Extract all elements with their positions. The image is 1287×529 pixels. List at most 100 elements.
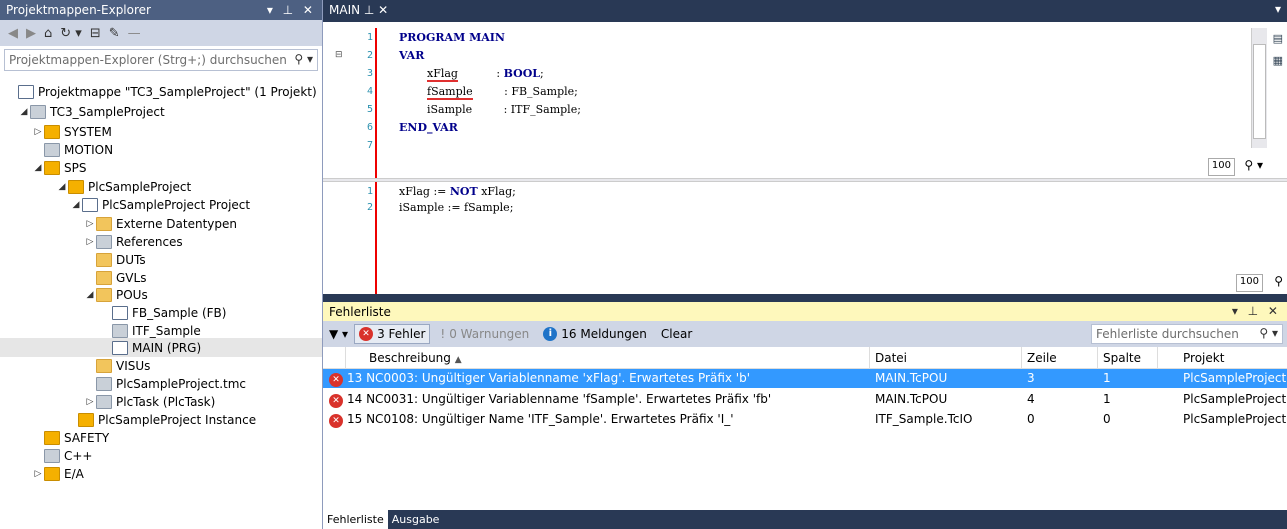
zoom-icon[interactable]: ⚲ ▾ — [1244, 158, 1263, 172]
zoom-box[interactable]: 100 — [1207, 158, 1235, 176]
search-icon[interactable]: ⚲ ▾ — [294, 52, 313, 66]
tree-node-safety[interactable]: SAFETY — [44, 428, 109, 447]
scrollbar-thumb[interactable] — [1253, 44, 1266, 139]
explorer-toolbar: ◀ ▶ ⌂ ↻ ▾ ⊟ ✎ — — [0, 20, 322, 46]
tree-node-solution[interactable]: Projektmappe "TC3_SampleProject" (1 Proj… — [18, 82, 317, 101]
home-icon[interactable]: ⌂ — [44, 26, 52, 41]
tab-error-list[interactable]: Fehlerliste — [323, 510, 388, 529]
collapse-all-icon[interactable]: ⊟ — [90, 26, 101, 41]
tree-node-label: VISUs — [116, 358, 151, 373]
tree-node-tmc[interactable]: PlcSampleProject.tmc — [96, 374, 246, 393]
tree-node-label: FB_Sample (FB) — [132, 305, 227, 320]
code-text: xFlag; — [477, 185, 516, 198]
vertical-scrollbar[interactable] — [1251, 28, 1267, 148]
expand-arrow-icon[interactable]: ◢ — [32, 163, 44, 173]
folder-icon — [96, 270, 112, 285]
code-line: END_VAR — [399, 121, 458, 134]
collapse-icon[interactable]: ⊟ — [335, 50, 343, 60]
line-number: 1 — [366, 32, 373, 43]
clear-button[interactable]: Clear — [657, 325, 696, 343]
tree-node-pous[interactable]: ◢ POUs — [84, 285, 148, 304]
forward-icon[interactable]: ▶ — [26, 26, 36, 41]
error-project: PlcSampleProject — [1183, 412, 1287, 426]
error-search-placeholder: Fehlerliste durchsuchen — [1096, 327, 1239, 341]
outline-icon[interactable]: ▤ — [1273, 32, 1283, 45]
column-header-column[interactable]: Spalte — [1103, 351, 1141, 365]
messages-filter-button[interactable]: i 16 Meldungen — [539, 325, 651, 343]
properties-icon[interactable]: ✎ — [109, 26, 120, 41]
error-list-window-controls[interactable]: ▾ ⊥ ✕ — [1232, 304, 1281, 318]
collapse-arrow-icon[interactable]: ▷ — [84, 397, 96, 407]
tree-node-cpp[interactable]: C++ — [44, 446, 93, 465]
tree-node-label: DUTs — [116, 252, 146, 267]
explorer-window-controls[interactable]: ▾ ⊥ ✕ — [267, 3, 316, 17]
expand-arrow-icon[interactable]: ◢ — [84, 290, 96, 300]
tab-dropdown-icon[interactable]: ▾ — [1275, 2, 1281, 16]
tree-node-motion[interactable]: MOTION — [44, 140, 113, 159]
column-header-project[interactable]: Projekt — [1183, 351, 1224, 365]
line-number: 2 — [366, 202, 373, 213]
error-row[interactable]: ✕ 15 NC0108: Ungültiger Name 'ITF_Sample… — [323, 410, 1287, 429]
implementation-pane[interactable]: 1 2 xFlag := NOT xFlag; iSample := fSamp… — [323, 182, 1287, 294]
expand-arrow-icon[interactable]: ◢ — [70, 200, 82, 210]
error-project: PlcSampleProject — [1183, 371, 1287, 385]
pin-icon[interactable]: — — [128, 26, 141, 41]
keyword: END_VAR — [399, 121, 458, 134]
table-view-icon[interactable]: ▦ — [1273, 54, 1283, 67]
code-text: ; — [540, 67, 544, 80]
open-folder-icon — [96, 287, 112, 302]
collapse-arrow-icon[interactable]: ▷ — [84, 237, 96, 247]
sync-icon[interactable]: ↻ ▾ — [60, 26, 82, 41]
tree-node-plc-project-project[interactable]: ◢ PlcSampleProject Project — [70, 195, 250, 214]
warning-icon: ! — [440, 327, 446, 341]
tree-node-references[interactable]: ▷ References — [84, 232, 183, 251]
explorer-search-input[interactable]: Projektmappen-Explorer (Strg+;) durchsuc… — [4, 49, 318, 71]
collapse-arrow-icon[interactable]: ▷ — [32, 469, 44, 479]
task-icon — [96, 394, 112, 409]
error-icon: ✕ — [329, 392, 343, 408]
messages-filter-label: 16 Meldungen — [561, 327, 647, 341]
error-row[interactable]: ✕ 13 NC0003: Ungültiger Variablenname 'x… — [323, 369, 1287, 388]
tab-close-icon[interactable]: ⊥ ✕ — [364, 3, 388, 17]
tab-main[interactable]: MAIN ⊥ ✕ — [329, 3, 388, 17]
tree-node-sps[interactable]: ◢ SPS — [32, 158, 86, 177]
tree-node-visus[interactable]: VISUs — [96, 356, 150, 375]
tree-node-instance[interactable]: PlcSampleProject Instance — [78, 410, 256, 429]
code-editor: MAIN ⊥ ✕ ▾ ⊟ 1 2 3 4 5 6 7 PROGRAM MAIN … — [323, 0, 1287, 294]
error-project: PlcSampleProject — [1183, 392, 1287, 406]
zoom-icon[interactable]: ⚲ — [1274, 274, 1283, 288]
code-line: PROGRAM MAIN — [399, 31, 505, 44]
filter-icon[interactable]: ▼ ▾ — [329, 327, 348, 341]
declaration-pane[interactable]: ⊟ 1 2 3 4 5 6 7 PROGRAM MAIN VAR xFlag :… — [323, 28, 1287, 178]
expand-arrow-icon[interactable]: ◢ — [56, 182, 68, 192]
back-icon[interactable]: ◀ — [8, 26, 18, 41]
keyword: VAR — [399, 49, 425, 62]
zoom-box[interactable]: 100 — [1235, 274, 1263, 292]
tree-node-project[interactable]: ◢ TC3_SampleProject — [18, 102, 165, 121]
tree-node-duts[interactable]: DUTs — [96, 250, 146, 269]
tree-node-io[interactable]: ▷ E/A — [32, 464, 84, 483]
info-icon: i — [543, 327, 558, 341]
zoom-level: 100 — [1211, 160, 1231, 171]
tree-node-plctask[interactable]: ▷ PlcTask (PlcTask) — [84, 392, 215, 411]
search-icon[interactable]: ⚲ ▾ — [1259, 326, 1278, 340]
tree-node-main[interactable]: MAIN (PRG) — [0, 338, 322, 357]
collapse-arrow-icon[interactable]: ▷ — [32, 127, 44, 137]
errors-filter-button[interactable]: ✕ 3 Fehler — [354, 324, 431, 344]
tree-node-external-types[interactable]: ▷ Externe Datentypen — [84, 214, 237, 233]
warnings-filter-button[interactable]: ! 0 Warnungen — [436, 325, 533, 343]
tree-node-fb-sample[interactable]: FB_Sample (FB) — [112, 303, 226, 322]
column-header-file[interactable]: Datei — [875, 351, 907, 365]
tree-node-label: POUs — [116, 287, 148, 302]
tree-node-label: MAIN (PRG) — [132, 340, 202, 355]
tree-node-system[interactable]: ▷ SYSTEM — [32, 122, 112, 141]
tree-node-plc-project[interactable]: ◢ PlcSampleProject — [56, 177, 191, 196]
error-description: 15 NC0108: Ungültiger Name 'ITF_Sample'.… — [347, 412, 734, 426]
error-list-search-input[interactable]: Fehlerliste durchsuchen ⚲ ▾ — [1091, 324, 1283, 344]
expand-arrow-icon[interactable]: ◢ — [18, 107, 30, 117]
column-header-line[interactable]: Zeile — [1027, 351, 1057, 365]
error-row[interactable]: ✕ 14 NC0031: Ungültiger Variablenname 'f… — [323, 390, 1287, 409]
collapse-arrow-icon[interactable]: ▷ — [84, 219, 96, 229]
column-header-description[interactable]: Beschreibung ▲ — [369, 351, 462, 365]
tab-output[interactable]: Ausgabe — [388, 510, 444, 529]
